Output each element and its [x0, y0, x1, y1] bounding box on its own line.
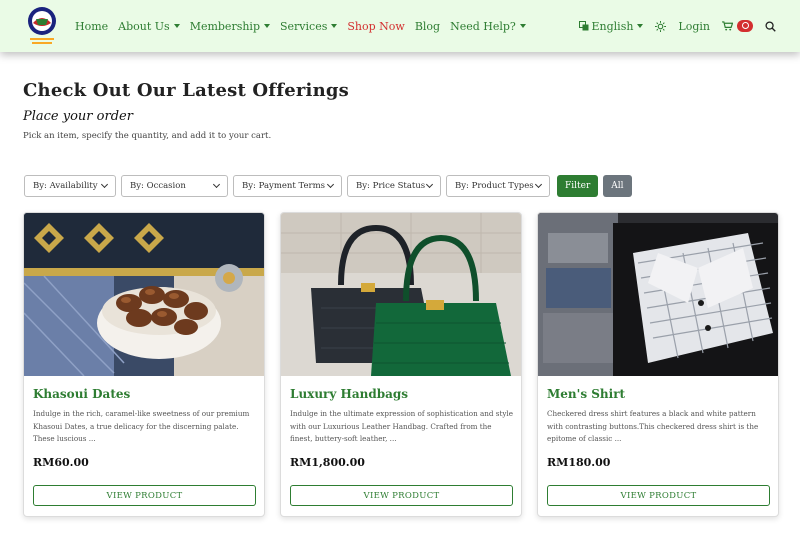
view-product-button[interactable]: VIEW PRODUCT — [290, 485, 513, 506]
price-status-select-label: By: Price Status — [356, 181, 426, 191]
caret-down-icon — [173, 24, 180, 28]
cart-button[interactable] — [722, 20, 753, 32]
nav-blog-label: Blog — [414, 19, 441, 33]
login-link[interactable]: Login — [678, 20, 710, 33]
product-card-mens-shirt: Men's Shirt Checkered dress shirt featur… — [537, 212, 779, 517]
nav-membership-label: Membership — [189, 19, 260, 33]
product-types-select[interactable]: By: Product Types — [446, 175, 550, 197]
language-selector[interactable]: English — [578, 19, 644, 33]
chevron-down-icon — [326, 180, 335, 189]
chevron-down-icon — [534, 180, 543, 189]
page-subtitle: Place your order — [23, 109, 133, 124]
caret-down-icon — [519, 24, 526, 28]
product-types-select-label: By: Product Types — [455, 181, 534, 191]
nav-utilities: English Login — [567, 0, 777, 52]
chevron-down-icon — [100, 180, 109, 189]
cart-count-badge — [737, 20, 753, 32]
product-card-luxury-handbags: Luxury Handbags Indulge in the ultimate … — [280, 212, 522, 517]
product-price: RM60.00 — [33, 456, 89, 469]
product-description: Checkered dress shirt features a black a… — [547, 409, 759, 443]
nav-shop-now[interactable]: Shop Now — [347, 20, 404, 33]
shirt-photo-icon[interactable] — [538, 213, 778, 376]
main-menu: Home About Us Membership Services Shop N… — [75, 0, 536, 52]
payment-terms-select[interactable]: By: Payment Terms — [233, 175, 342, 197]
language-label: English — [591, 19, 634, 33]
theme-toggle[interactable] — [655, 20, 667, 32]
nav-services-label: Services — [280, 19, 328, 33]
nav-membership[interactable]: Membership — [190, 20, 270, 33]
product-name[interactable]: Luxury Handbags — [290, 387, 408, 401]
login-label: Login — [678, 19, 710, 33]
availability-select-label: By: Availability — [33, 181, 98, 191]
organization-logo-icon[interactable] — [24, 5, 60, 47]
chevron-down-icon — [425, 180, 434, 189]
top-navbar: Home About Us Membership Services Shop N… — [0, 0, 800, 52]
filter-bar: By: Availability By: Occasion By: Paymen… — [24, 175, 632, 197]
caret-down-icon — [264, 24, 270, 28]
search-icon — [765, 20, 776, 32]
product-price: RM180.00 — [547, 456, 611, 469]
nav-home-label: Home — [75, 19, 109, 33]
caret-down-icon — [637, 24, 644, 28]
product-price: RM1,800.00 — [290, 456, 365, 469]
product-description: Indulge in the ultimate expression of so… — [290, 409, 513, 443]
dates-bowl-photo-icon[interactable] — [24, 213, 264, 376]
filter-button[interactable]: Filter — [557, 175, 599, 197]
nav-services[interactable]: Services — [280, 19, 338, 33]
search-button[interactable] — [765, 20, 776, 32]
sun-icon — [655, 20, 667, 32]
view-product-button[interactable]: VIEW PRODUCT — [547, 485, 770, 506]
handbags-photo-icon[interactable] — [281, 213, 521, 376]
view-product-button[interactable]: VIEW PRODUCT — [33, 485, 256, 506]
price-status-select[interactable]: By: Price Status — [347, 175, 441, 197]
availability-select[interactable]: By: Availability — [24, 175, 116, 197]
translate-icon — [578, 21, 588, 31]
page-description: Pick an item, specify the quantity, and … — [23, 131, 272, 141]
nav-about-us-label: About Us — [118, 19, 170, 33]
nav-about-us[interactable]: About Us — [118, 20, 180, 33]
nav-need-help-label: Need Help? — [450, 19, 516, 33]
nav-need-help[interactable]: Need Help? — [450, 20, 526, 33]
caret-down-icon — [331, 24, 338, 28]
nav-home[interactable]: Home — [75, 20, 108, 33]
product-name[interactable]: Men's Shirt — [547, 387, 625, 401]
occasion-select[interactable]: By: Occasion — [121, 175, 228, 197]
payment-terms-select-label: By: Payment Terms — [242, 181, 326, 191]
product-description: Indulge in the rich, caramel-like sweetn… — [33, 409, 250, 443]
occasion-select-label: By: Occasion — [130, 181, 186, 191]
product-name[interactable]: Khasoui Dates — [33, 387, 130, 401]
nav-shop-now-label: Shop Now — [347, 19, 405, 33]
chevron-down-icon — [212, 180, 221, 189]
product-card-khasoui-dates: Khasoui Dates Indulge in the rich, caram… — [23, 212, 265, 517]
cart-icon — [722, 21, 733, 31]
page-title: Check Out Our Latest Offerings — [23, 80, 349, 101]
nav-blog[interactable]: Blog — [415, 20, 440, 33]
all-button[interactable]: All — [603, 175, 632, 197]
